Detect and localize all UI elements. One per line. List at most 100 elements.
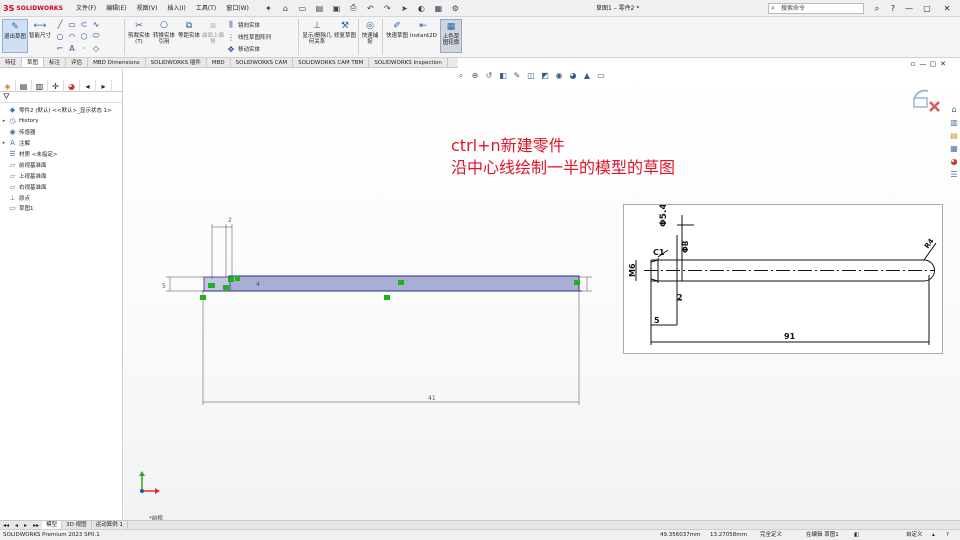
relation-vertical-right-icon[interactable]	[574, 280, 580, 285]
tab-cam-tbm[interactable]: SOLIDWORKS CAM TBM	[293, 58, 370, 67]
relation-coincident-icon[interactable]	[200, 295, 206, 300]
relation-tangent-icon[interactable]	[228, 277, 234, 282]
relation-vertical-icon[interactable]	[223, 285, 229, 290]
tab-sketch[interactable]: 草图	[22, 58, 45, 67]
tab-mbd[interactable]: MBD	[207, 58, 231, 67]
save-icon[interactable]: ▣	[331, 3, 342, 14]
relation-horizontal-bottom-icon[interactable]	[384, 295, 390, 300]
search-input[interactable]: ⌕ 搜索命令	[768, 3, 864, 14]
menu-insert[interactable]: 插入(I)	[162, 0, 190, 17]
menu-tools[interactable]: 工具(T)	[191, 0, 221, 17]
tree-item-top-plane[interactable]: ▱ 上视基准面	[0, 170, 122, 181]
doc-restore-icon[interactable]: ▢	[928, 60, 938, 68]
relation-horizontal-top-icon[interactable]	[398, 280, 404, 285]
doc-minimize-icon[interactable]: —	[918, 60, 928, 68]
line-icon[interactable]: ╱	[55, 19, 65, 29]
tab-cam[interactable]: SOLIDWORKS CAM	[231, 58, 294, 67]
circle-icon[interactable]: ○	[55, 31, 65, 41]
linear-pattern-button[interactable]: ⋮ 线性草图阵列	[226, 32, 271, 42]
ellipse-icon[interactable]: ⬭	[91, 31, 101, 41]
undo-icon[interactable]: ↶	[365, 3, 376, 14]
tree-item-annotations[interactable]: ▸ A 注解	[0, 138, 122, 149]
home-icon[interactable]: ⌂	[280, 3, 291, 14]
tree-item-origin[interactable]: ⊥ 原点	[0, 192, 122, 203]
fillet-icon[interactable]: ⌐	[55, 43, 65, 53]
menu-file[interactable]: 文件(F)	[71, 0, 101, 17]
tree-item-front-plane[interactable]: ▱ 前视基准面	[0, 159, 122, 170]
display-relations-button[interactable]: ⊥ 显示/删除几何关系	[302, 19, 332, 45]
doc-close-icon[interactable]: ✕	[938, 60, 948, 68]
point-icon[interactable]: ·	[79, 43, 89, 53]
trim-entities-button[interactable]: ✂ 剪裁实体(T)	[128, 19, 150, 45]
tab-features[interactable]: 特征	[0, 58, 23, 67]
doc-expand-icon[interactable]: ▫	[908, 60, 918, 68]
tree-item-sensors[interactable]: ◉ 传感器	[0, 127, 122, 138]
instant2d-button[interactable]: ⇤ Instant2D	[410, 19, 437, 39]
dimension-right-value[interactable]: 4	[256, 281, 260, 288]
slot-icon[interactable]: ⊂	[79, 19, 89, 29]
rapid-sketch-button[interactable]: ✐ 快速草图	[386, 19, 408, 39]
last-tab-arrow-icon[interactable]: ▸▸	[30, 522, 42, 529]
tab-addins[interactable]: SOLIDWORKS 插件	[146, 58, 207, 67]
redo-icon[interactable]: ↷	[382, 3, 393, 14]
tab-model[interactable]: 模型	[42, 521, 63, 529]
expand-icon[interactable]: ▸	[0, 140, 8, 146]
convert-entities-button[interactable]: ⎔ 转换实体引用	[152, 19, 176, 45]
graphics-area[interactable]: ⌕ ⊕ ↺ ◧ ✎ ◫ ◩ ◉ ◕ ▲ ▭ ▫ — ▢ ✕ ⌂ ▥ ▤ ▦ ◕	[124, 60, 960, 522]
pin-icon[interactable]: ✦	[263, 3, 274, 14]
property-manager-tab-icon[interactable]: ▤	[16, 80, 32, 92]
new-document-icon[interactable]: ▭	[297, 3, 308, 14]
feature-filter[interactable]: ⛛	[0, 92, 122, 103]
unit-system[interactable]: 自定义	[906, 530, 923, 540]
menu-view[interactable]: 视图(V)	[132, 0, 163, 17]
tab-3d-views[interactable]: 3D 视图	[62, 521, 92, 529]
spline-icon[interactable]: ∿	[91, 19, 101, 29]
text-icon[interactable]: A	[67, 43, 77, 53]
dimxpert-tab-icon[interactable]: ✛	[48, 80, 64, 92]
menu-edit[interactable]: 编辑(E)	[101, 0, 131, 17]
dimension-left-value[interactable]: 5	[162, 283, 166, 290]
panel-next-arrow-icon[interactable]: ▸	[96, 80, 112, 92]
rapid-snaps-button[interactable]: ◎ 快速捕捉	[360, 19, 380, 45]
tree-item-sketch1[interactable]: ▭ 草图1	[0, 203, 122, 214]
tree-item-material[interactable]: ☰ 材质 <未指定>	[0, 149, 122, 160]
file-properties-icon[interactable]: ▦	[433, 3, 444, 14]
arc-icon[interactable]: ◠	[67, 31, 77, 41]
display-manager-tab-icon[interactable]: ◕	[64, 80, 80, 92]
tab-inspection[interactable]: SOLIDWORKS Inspection	[369, 58, 448, 67]
prev-tab-arrow-icon[interactable]: ◂	[12, 522, 21, 529]
offset-on-surface-button[interactable]: ⧈ 曲面上偏移	[202, 19, 224, 45]
select-icon[interactable]: ➤	[399, 3, 410, 14]
tab-evaluate[interactable]: 评估	[66, 58, 89, 67]
next-tab-arrow-icon[interactable]: ▸	[21, 522, 30, 529]
tab-motion-study[interactable]: 运动算例 1	[92, 521, 128, 529]
repair-sketch-button[interactable]: ⚒ 修复草图	[334, 19, 356, 39]
plane-tool-icon[interactable]: ◇	[91, 43, 101, 53]
relation-parallel-icon[interactable]	[235, 276, 240, 281]
move-entities-button[interactable]: ✥ 移动实体	[226, 44, 260, 54]
smart-dimension-button[interactable]: ⟷ 智能尺寸	[29, 19, 51, 39]
relation-horizontal-icon[interactable]	[208, 283, 215, 288]
tab-markup[interactable]: 标注	[44, 58, 67, 67]
menu-window[interactable]: 窗口(W)	[221, 0, 254, 17]
dimension-length-value[interactable]: 41	[428, 395, 436, 402]
mirror-entities-button[interactable]: ⫼ 镜向实体	[226, 20, 260, 30]
minimize-icon[interactable]: —	[902, 0, 916, 17]
rectangle-icon[interactable]: ▭	[67, 19, 77, 29]
units-dropdown-icon[interactable]: ▴	[932, 530, 935, 540]
rebuild-icon[interactable]: ◐	[416, 3, 427, 14]
print-icon[interactable]: ⎙	[348, 3, 359, 14]
tab-mbd-dimensions[interactable]: MBD Dimensions	[88, 58, 146, 67]
solidworks-logo[interactable]: 3S SOLIDWORKS	[3, 4, 65, 13]
first-tab-arrow-icon[interactable]: ◂◂	[0, 522, 12, 529]
help-icon[interactable]: ?	[886, 0, 900, 17]
status-help-icon[interactable]: ?	[946, 530, 949, 540]
tree-item-right-plane[interactable]: ▱ 右视基准面	[0, 181, 122, 192]
close-icon[interactable]: ✕	[940, 0, 954, 17]
dimension-top-value[interactable]: 2	[228, 217, 232, 224]
restore-icon[interactable]: ▢	[920, 0, 934, 17]
open-icon[interactable]: ▤	[314, 3, 325, 14]
configuration-tab-icon[interactable]: ▥	[32, 80, 48, 92]
tree-item-history[interactable]: ▸ ◷ History	[0, 116, 122, 127]
panel-prev-arrow-icon[interactable]: ◂	[80, 80, 96, 92]
